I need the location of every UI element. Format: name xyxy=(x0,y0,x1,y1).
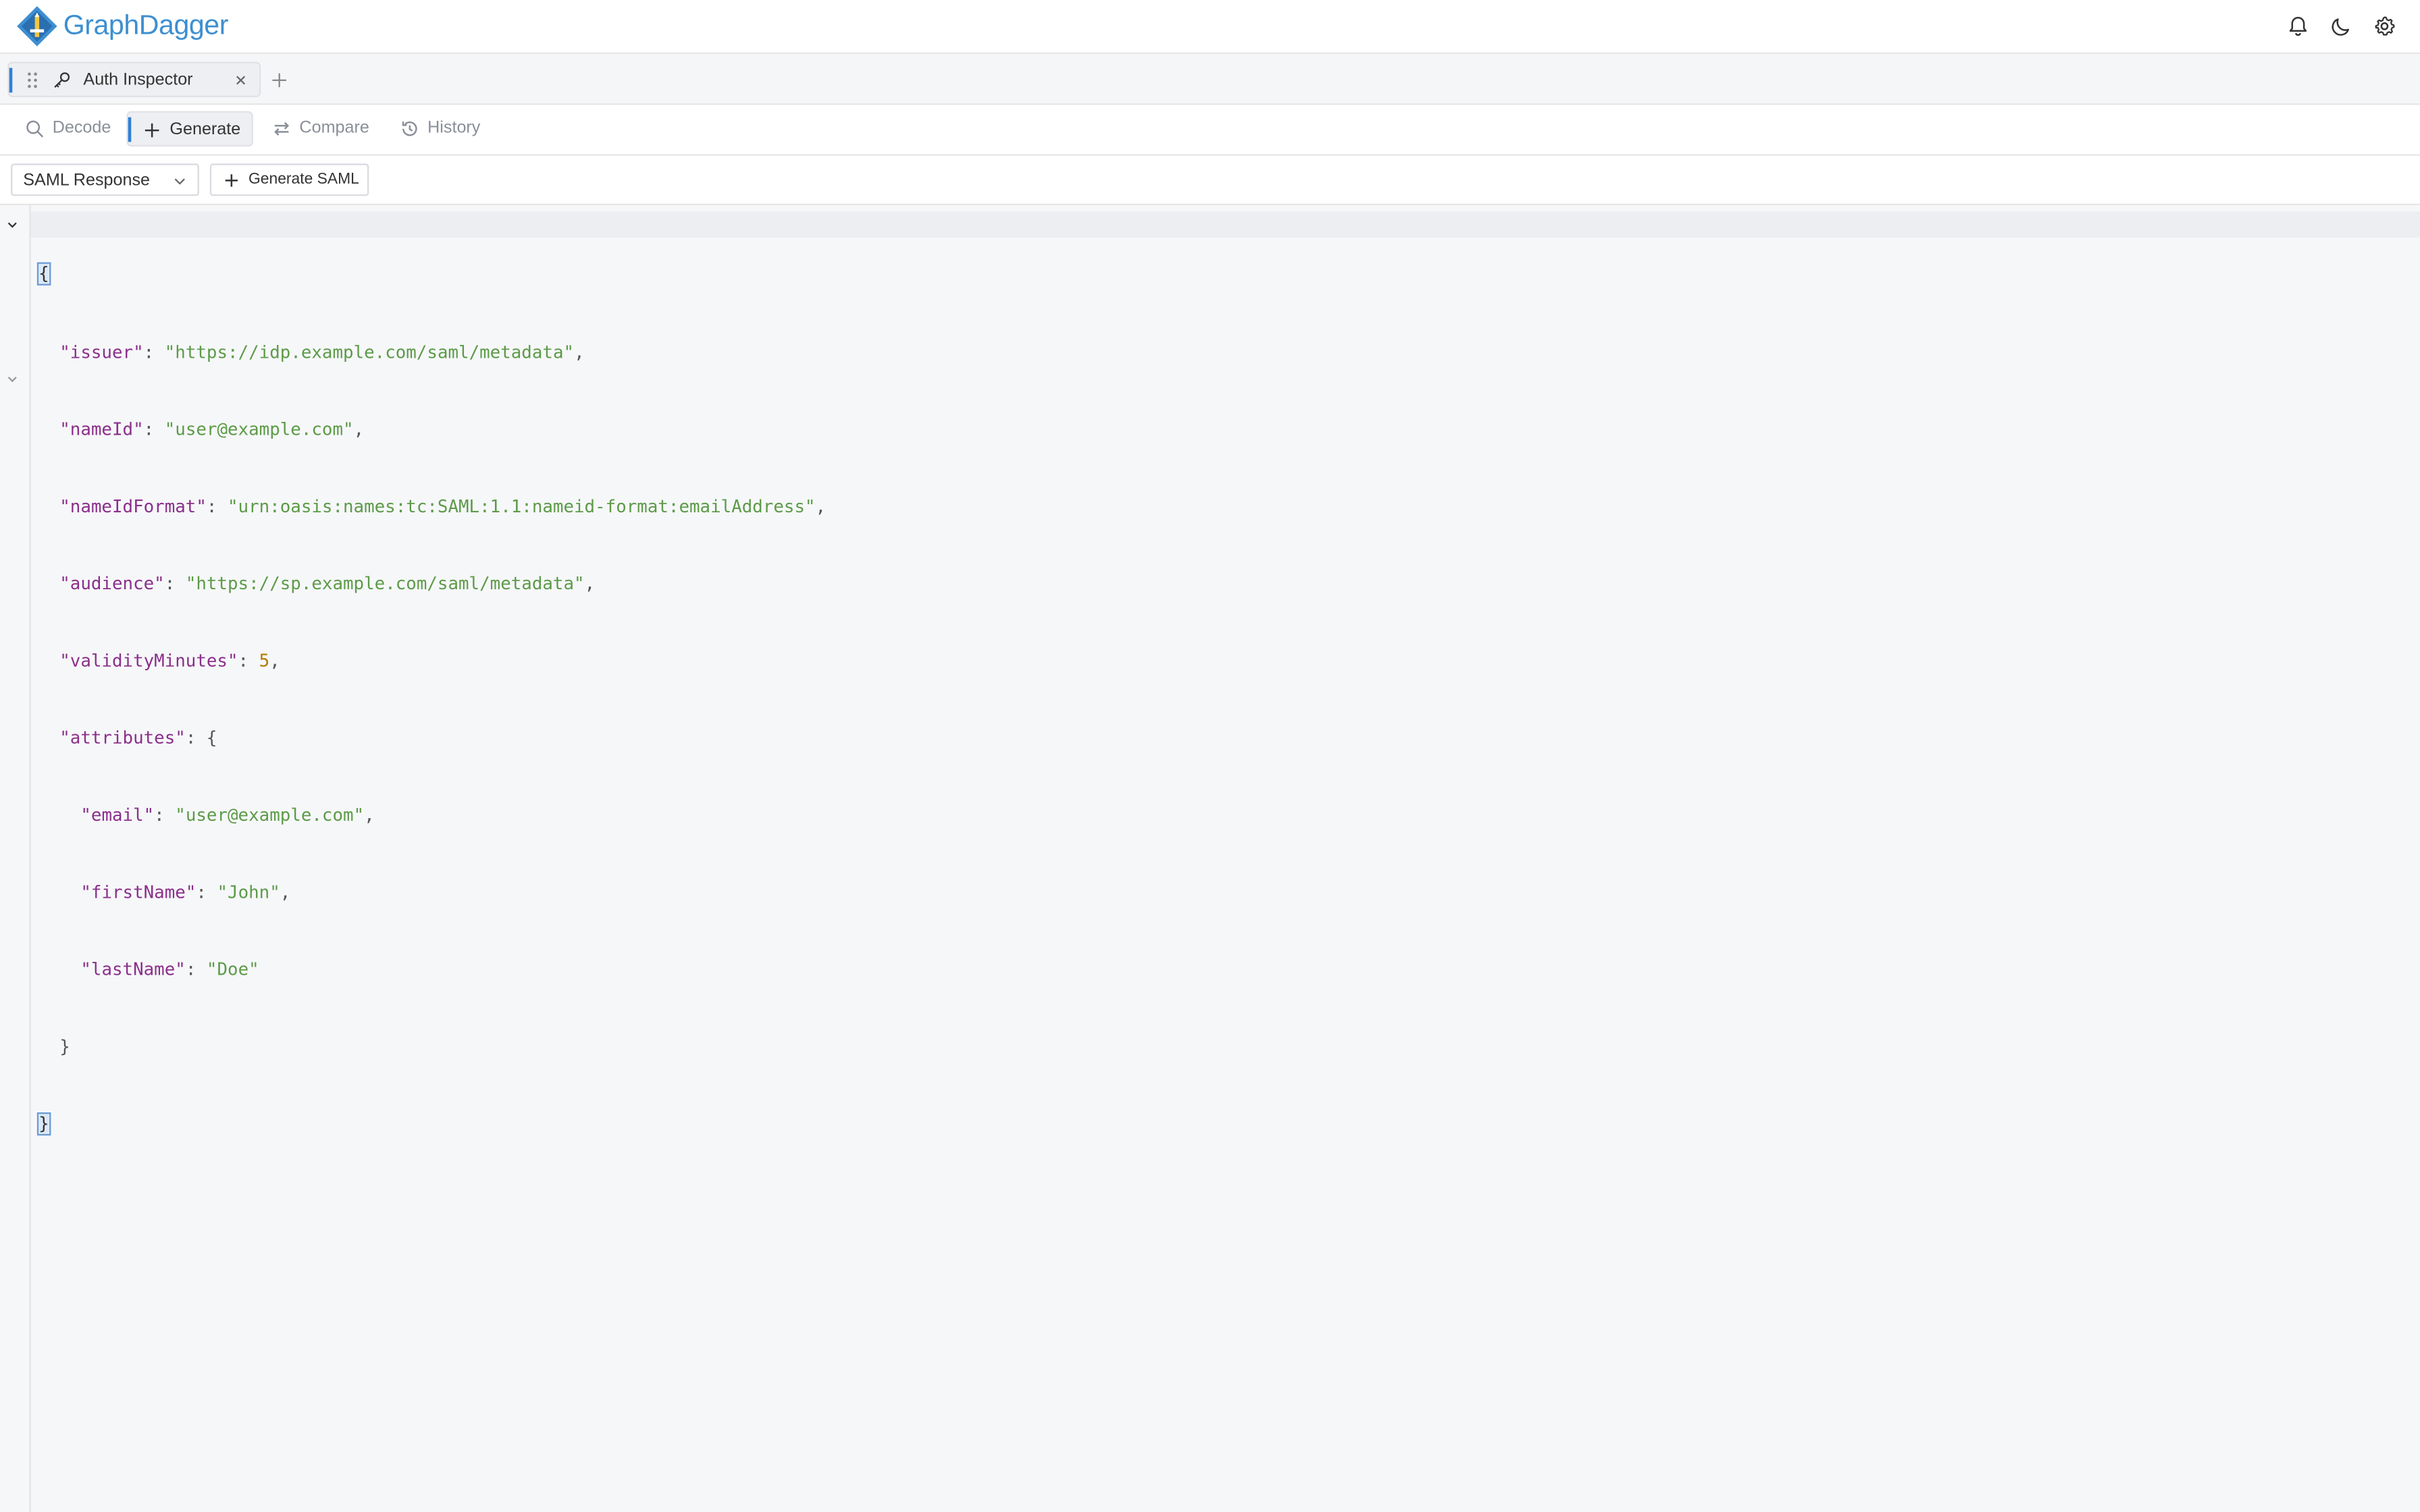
tab-decode-label: Decode xyxy=(52,119,111,138)
json-brace: } xyxy=(59,1037,70,1058)
json-key: "issuer" xyxy=(59,342,144,362)
code-line: "validityMinutes": 5, xyxy=(59,651,280,672)
code-line: { xyxy=(36,263,826,289)
app-window: GraphDagger Auth Inspector Decode Genera… xyxy=(0,0,2420,1512)
json-string: "https://idp.example.com/saml/metadata" xyxy=(164,342,575,362)
generate-toolbar: SAML Response Generate SAML xyxy=(0,155,2420,205)
tab-history[interactable]: History xyxy=(388,111,496,147)
drag-handle-icon[interactable] xyxy=(25,71,41,89)
fold-chevron-icon[interactable] xyxy=(6,373,18,385)
gear-icon[interactable] xyxy=(2372,14,2397,39)
app-header: GraphDagger xyxy=(0,0,2420,54)
search-icon xyxy=(26,120,44,138)
code-line: "attributes": { xyxy=(59,728,217,749)
json-key: "nameIdFormat" xyxy=(59,496,207,517)
history-icon xyxy=(402,121,417,136)
active-tab-indicator xyxy=(9,68,13,93)
brand-name: GraphDagger xyxy=(63,9,229,40)
json-number: 5 xyxy=(259,651,270,672)
code-line: "nameId": "user@example.com", xyxy=(59,418,365,439)
json-key: "lastName" xyxy=(80,960,186,981)
close-icon[interactable] xyxy=(230,70,252,91)
tab-history-label: History xyxy=(427,119,481,138)
json-string: "user@example.com" xyxy=(175,805,365,826)
json-key: "firstName" xyxy=(80,882,196,903)
generate-saml-label: Generate SAML xyxy=(248,171,359,188)
tab-compare-label: Compare xyxy=(299,119,369,138)
tab-label: Auth Inspector xyxy=(83,71,193,90)
json-string: "John" xyxy=(217,882,280,903)
matched-brace: { xyxy=(36,263,51,286)
code-line: "issuer": "https://idp.example.com/saml/… xyxy=(59,342,585,362)
json-key: "email" xyxy=(80,805,155,826)
moon-icon[interactable] xyxy=(2329,14,2354,39)
code-content[interactable]: { "issuer": "https://idp.example.com/sam… xyxy=(36,211,826,1190)
json-key: "audience" xyxy=(59,573,165,594)
tab-generate[interactable]: Generate xyxy=(126,111,253,147)
matched-brace: } xyxy=(36,1113,51,1137)
plus-icon xyxy=(144,123,159,138)
json-brace: { xyxy=(206,728,217,749)
code-line: "lastName": "Doe" xyxy=(80,960,259,981)
json-string: "user@example.com" xyxy=(164,418,354,439)
plus-icon xyxy=(225,174,238,187)
json-editor[interactable]: { "issuer": "https://idp.example.com/sam… xyxy=(0,205,2420,1512)
code-line: "firstName": "John", xyxy=(80,882,291,903)
json-string: "urn:oasis:names:tc:SAML:1.1:nameid-form… xyxy=(228,496,816,517)
mode-nav: Decode Generate Compare History xyxy=(0,105,2420,156)
swap-icon xyxy=(274,122,290,136)
chevron-down-icon xyxy=(174,178,185,185)
editor-gutter xyxy=(0,205,31,1512)
code-line: "audience": "https://sp.example.com/saml… xyxy=(59,573,596,594)
active-mode-indicator xyxy=(128,117,132,142)
fold-chevron-icon[interactable] xyxy=(6,219,18,232)
code-line: "nameIdFormat": "urn:oasis:names:tc:SAML… xyxy=(59,496,826,517)
json-key: "attributes" xyxy=(59,728,186,749)
generate-saml-button[interactable]: Generate SAML xyxy=(209,163,369,196)
add-tab-icon[interactable] xyxy=(270,71,288,89)
saml-type-select[interactable]: SAML Response xyxy=(11,163,199,196)
json-key: "nameId" xyxy=(59,418,144,439)
bell-icon[interactable] xyxy=(2286,14,2311,39)
key-icon xyxy=(54,72,70,88)
json-key: "validityMinutes" xyxy=(59,651,238,672)
json-string: "https://sp.example.com/saml/metadata" xyxy=(185,573,585,594)
code-line: } xyxy=(36,1113,826,1139)
tab-decode[interactable]: Decode xyxy=(12,111,120,147)
tab-auth-inspector[interactable]: Auth Inspector xyxy=(7,61,261,97)
tab-compare[interactable]: Compare xyxy=(259,111,379,147)
code-line: "email": "user@example.com", xyxy=(80,805,375,826)
json-string: "Doe" xyxy=(206,960,259,981)
tab-generate-label: Generate xyxy=(169,120,241,139)
graphdagger-logo-icon xyxy=(17,6,57,47)
saml-type-value: SAML Response xyxy=(23,171,151,190)
code-line: } xyxy=(38,1036,826,1062)
tab-bar: Auth Inspector xyxy=(0,54,2420,105)
